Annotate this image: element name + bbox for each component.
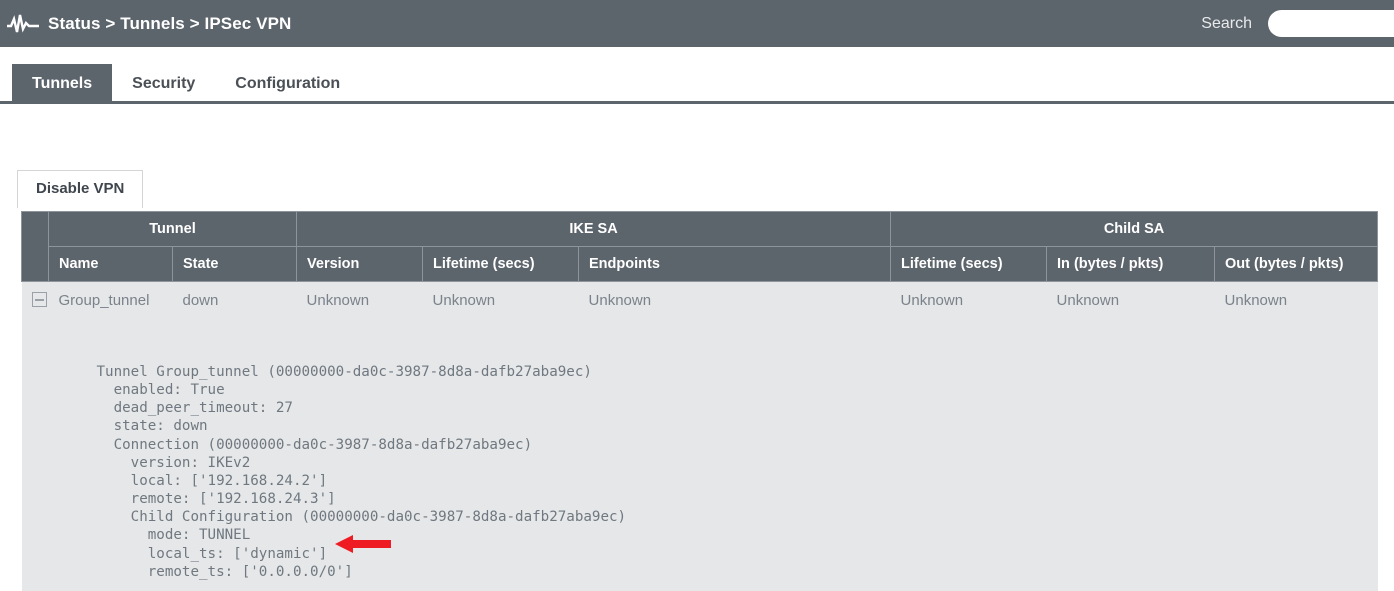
table-row: Group_tunnel down Unknown Unknown Unknow… xyxy=(21,281,1378,321)
table-detail-row: Tunnel Group_tunnel (00000000-da0c-3987-… xyxy=(21,321,1378,591)
search-area: Search xyxy=(1201,0,1394,47)
group-header-tunnel: Tunnel xyxy=(47,211,298,247)
search-input[interactable] xyxy=(1268,10,1394,37)
expander-header-cell xyxy=(21,211,49,282)
collapse-minus-icon[interactable] xyxy=(31,292,47,307)
tab-tunnels[interactable]: Tunnels xyxy=(12,64,113,104)
group-header-child-sa: Child SA xyxy=(890,211,1379,247)
ipsec-vpn-tunnels-table: Tunnel IKE SA Child SA Name State Versio… xyxy=(21,211,1379,591)
tab-underline xyxy=(0,101,1394,104)
search-label: Search xyxy=(1201,14,1252,32)
cell-version: Unknown xyxy=(296,281,423,321)
table-group-header-row: Tunnel IKE SA Child SA xyxy=(21,211,1379,282)
cell-out-bytes-pkts: Unknown xyxy=(1214,281,1378,321)
column-header-child-lifetime[interactable]: Lifetime (secs) xyxy=(890,246,1048,282)
table-column-header-row: Name State Version Lifetime (secs) Endpo… xyxy=(22,246,1379,282)
column-header-in-bytes-pkts[interactable]: In (bytes / pkts) xyxy=(1046,246,1216,282)
tab-security[interactable]: Security xyxy=(112,64,215,104)
group-header-ike-sa: IKE SA xyxy=(296,211,892,247)
cell-ike-lifetime: Unknown xyxy=(422,281,579,321)
tunnel-detail-cell: Tunnel Group_tunnel (00000000-da0c-3987-… xyxy=(48,321,1378,591)
cell-child-lifetime: Unknown xyxy=(890,281,1047,321)
tab-bar: Tunnels Security Configuration xyxy=(0,47,1394,104)
column-header-endpoints[interactable]: Endpoints xyxy=(578,246,892,282)
detail-expander-spacer xyxy=(21,321,49,591)
disable-vpn-button[interactable]: Disable VPN xyxy=(17,170,144,208)
column-header-ike-lifetime[interactable]: Lifetime (secs) xyxy=(422,246,580,282)
top-header-bar: Status > Tunnels > IPSec VPN Search xyxy=(0,0,1394,47)
cell-endpoints: Unknown xyxy=(578,281,891,321)
waveform-icon xyxy=(6,12,40,36)
tab-configuration[interactable]: Configuration xyxy=(215,64,360,104)
cell-name: Group_tunnel xyxy=(48,281,173,321)
column-header-version[interactable]: Version xyxy=(296,246,424,282)
row-expander-cell[interactable] xyxy=(21,281,49,321)
tunnel-detail-text: Tunnel Group_tunnel (00000000-da0c-3987-… xyxy=(96,364,627,580)
column-header-state[interactable]: State xyxy=(171,246,298,282)
column-header-name[interactable]: Name xyxy=(48,246,173,282)
column-header-out-bytes-pkts[interactable]: Out (bytes / pkts) xyxy=(1214,246,1379,282)
cell-state: down xyxy=(172,281,297,321)
breadcrumb: Status > Tunnels > IPSec VPN xyxy=(48,13,292,33)
cell-in-bytes-pkts: Unknown xyxy=(1046,281,1215,321)
